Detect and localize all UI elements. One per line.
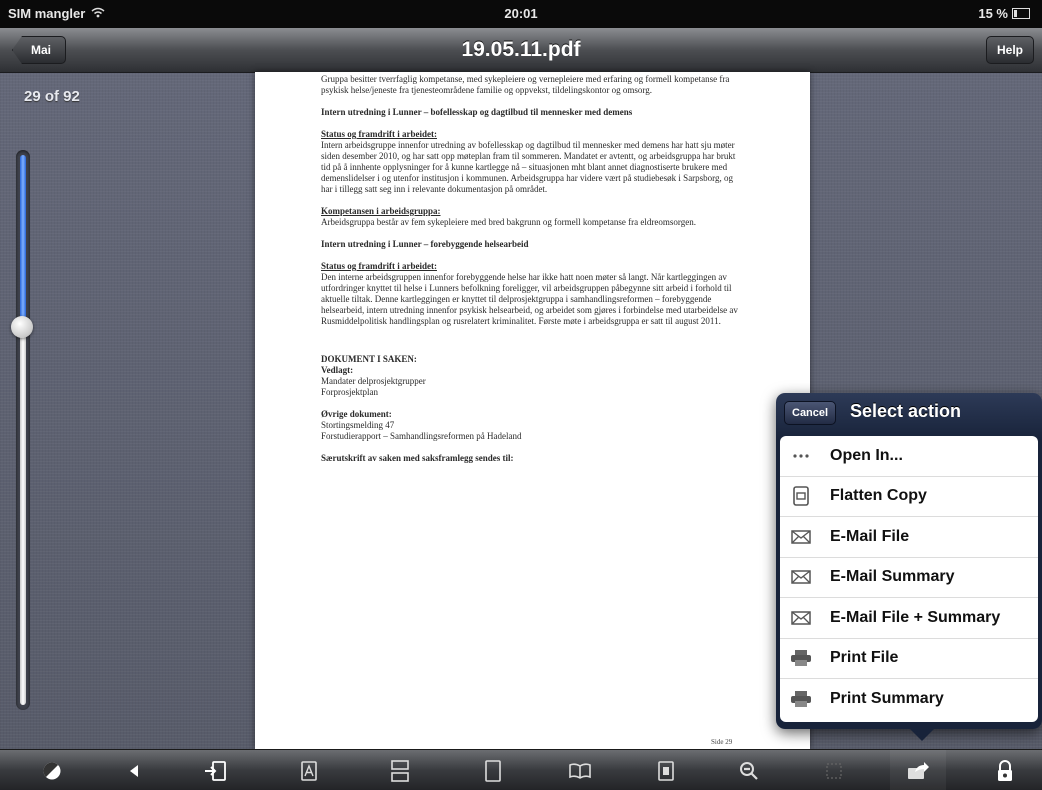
document-title: 19.05.11.pdf xyxy=(461,38,581,61)
section-heading: Intern utredning i Lunner – forebyggende… xyxy=(321,239,529,249)
pdf-page[interactable]: Gruppa besitter tverrfaglig kompetanse, … xyxy=(255,72,810,749)
action-flatten-copy[interactable]: Flatten Copy xyxy=(780,477,1038,517)
action-label: Open In... xyxy=(830,446,903,464)
envelope-icon xyxy=(790,607,812,629)
page-number: Side 29 xyxy=(711,738,733,746)
section-heading: Intern utredning i Lunner – bofellesskap… xyxy=(321,107,633,117)
paragraph: Den interne arbeidsgruppen innenfor fore… xyxy=(321,272,738,326)
popover-title: Select action xyxy=(850,401,962,421)
bottom-toolbar xyxy=(0,749,1042,790)
attached-item: Mandater delprosjektgrupper xyxy=(321,376,426,386)
action-label: Flatten Copy xyxy=(830,487,927,505)
case-docs-heading: DOKUMENT I SAKEN: xyxy=(321,354,417,364)
clock: 20:01 xyxy=(504,6,538,21)
status-bar: SIM mangler 20:01 15 % xyxy=(0,0,1042,28)
ellipsis-icon xyxy=(790,445,812,467)
sub-heading: Kompetansen i arbeidsgruppa: xyxy=(321,206,441,216)
action-open-in[interactable]: Open In... xyxy=(780,436,1038,477)
popover-arrow xyxy=(908,727,936,741)
battery-info: 15 % xyxy=(978,6,1030,21)
import-icon[interactable] xyxy=(203,759,227,783)
printer-icon xyxy=(790,688,812,710)
envelope-icon xyxy=(790,526,812,548)
action-label: Print File xyxy=(830,649,899,667)
zoom-slider-remaining xyxy=(20,327,26,705)
other-doc-item: Forstudierapport – Samhandlingsreformen … xyxy=(321,431,522,441)
zoom-slider-fill xyxy=(20,155,26,327)
sub-heading: Status og framdrift i arbeidet: xyxy=(321,261,437,271)
back-arrow-icon[interactable] xyxy=(122,759,146,783)
battery-icon xyxy=(1012,8,1030,19)
crop-icon[interactable] xyxy=(822,759,846,783)
attached-item: Forprosjektplan xyxy=(321,387,378,397)
action-email-file-summary[interactable]: E-Mail File + Summary xyxy=(780,598,1038,639)
other-docs-label: Øvrige dokument: xyxy=(321,409,392,419)
document-text: Gruppa besitter tverrfaglig kompetanse, … xyxy=(321,74,743,464)
double-page-icon[interactable] xyxy=(388,759,412,783)
action-email-summary[interactable]: E-Mail Summary xyxy=(780,558,1038,598)
paragraph: Gruppa besitter tverrfaglig kompetanse, … xyxy=(321,74,730,95)
action-email-file[interactable]: E-Mail File xyxy=(780,517,1038,558)
share-icon[interactable] xyxy=(890,750,946,790)
sub-heading: Status og framdrift i arbeidet: xyxy=(321,129,437,139)
zoom-slider-thumb[interactable] xyxy=(11,316,33,338)
paragraph: Intern arbeidsgruppe innenfor utredning … xyxy=(321,140,736,194)
book-icon[interactable] xyxy=(568,759,592,783)
printer-icon xyxy=(790,647,812,669)
single-page-icon[interactable] xyxy=(481,759,505,783)
envelope-icon xyxy=(790,566,812,588)
help-button[interactable]: Help xyxy=(985,36,1034,64)
battery-percent: 15 % xyxy=(978,6,1008,21)
lock-rotation-icon[interactable] xyxy=(993,759,1017,783)
action-label: E-Mail File xyxy=(830,527,910,545)
action-label: E-Mail File + Summary xyxy=(830,608,1001,626)
action-label: Print Summary xyxy=(830,690,944,708)
other-doc-item: Stortingsmelding 47 xyxy=(321,420,395,430)
paragraph: Arbeidsgruppa består av fem sykepleiere … xyxy=(321,217,696,227)
attached-label: Vedlagt: xyxy=(321,365,354,375)
action-print-file[interactable]: Print File xyxy=(780,639,1038,679)
select-action-popover: Cancel Select action Open In... Flatten … xyxy=(776,393,1042,729)
page-indicator: 29 of 92 xyxy=(24,88,80,105)
action-print-summary[interactable]: Print Summary xyxy=(780,679,1038,720)
cancel-button[interactable]: Cancel xyxy=(784,401,837,425)
brightness-icon[interactable] xyxy=(40,759,64,783)
annotate-icon[interactable] xyxy=(297,759,321,783)
action-label: E-Mail Summary xyxy=(830,568,955,586)
action-list: Open In... Flatten Copy E-Mail File E-Ma… xyxy=(780,436,1038,722)
document-copy-icon xyxy=(790,485,812,507)
zoom-out-icon[interactable] xyxy=(737,759,761,783)
navigation-bar: Mai 19.05.11.pdf Help xyxy=(0,28,1042,73)
copy-to-heading: Særutskrift av saken med saksframlegg se… xyxy=(321,453,514,463)
page-info-icon[interactable] xyxy=(654,759,678,783)
